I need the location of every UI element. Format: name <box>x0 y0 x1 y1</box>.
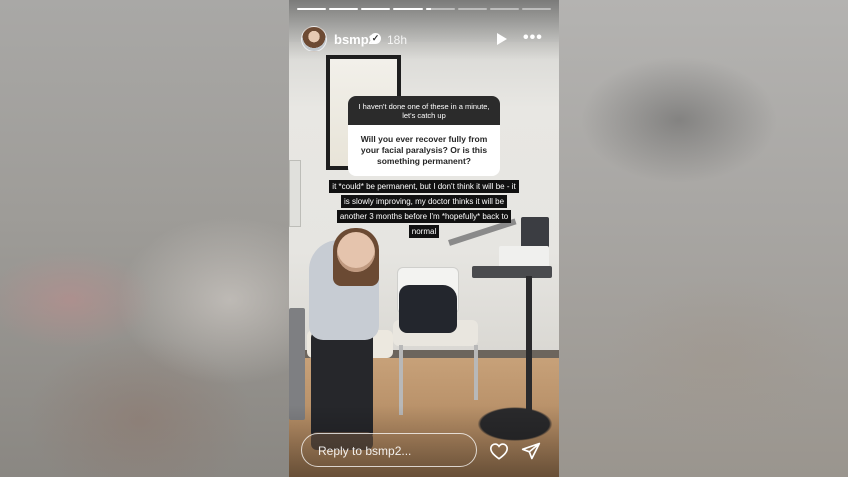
verified-badge-icon: ✓ <box>370 33 381 44</box>
progress-segment <box>425 8 455 10</box>
heart-icon[interactable] <box>489 442 509 460</box>
photo-wall-device <box>289 160 301 227</box>
progress-segment <box>329 8 359 10</box>
photo-desk <box>472 266 552 278</box>
answer-caption: it *could* be permanent, but I don't thi… <box>329 178 519 238</box>
photo-monitor <box>521 217 549 249</box>
story-header: bsmp2 ✓ 18h ••• <box>301 26 551 54</box>
more-icon[interactable]: ••• <box>523 30 543 46</box>
photo-desk-items <box>499 246 549 268</box>
progress-segment <box>393 8 423 10</box>
photo-trash-bin <box>289 308 305 420</box>
progress-segment <box>521 8 551 10</box>
photo-chair-leg <box>474 345 478 400</box>
progress-segment <box>361 8 391 10</box>
question-text: Will you ever recover fully from your fa… <box>360 134 488 166</box>
question-sticker: I haven't done one of these in a minute,… <box>348 96 500 176</box>
photo-person-head <box>337 232 375 272</box>
answer-text: it *could* be permanent, but I don't thi… <box>329 180 519 238</box>
story-timestamp: 18h <box>387 33 408 47</box>
story-progress-bar <box>297 8 551 10</box>
photo-desk-pole <box>526 276 532 416</box>
question-prompt: I haven't done one of these in a minute,… <box>348 96 500 125</box>
reply-input[interactable] <box>318 444 468 458</box>
blurred-background-left <box>0 0 289 477</box>
blurred-background-right <box>559 0 848 477</box>
avatar[interactable] <box>301 26 327 52</box>
story-viewer[interactable]: bsmp2 ✓ 18h ••• I haven't done one of th… <box>289 0 559 477</box>
send-icon[interactable] <box>521 441 541 461</box>
progress-segment <box>457 8 487 10</box>
progress-segment <box>297 8 327 10</box>
reply-field[interactable] <box>301 433 477 467</box>
photo-jacket <box>399 285 457 333</box>
progress-segment <box>489 8 519 10</box>
play-icon[interactable] <box>497 33 507 45</box>
